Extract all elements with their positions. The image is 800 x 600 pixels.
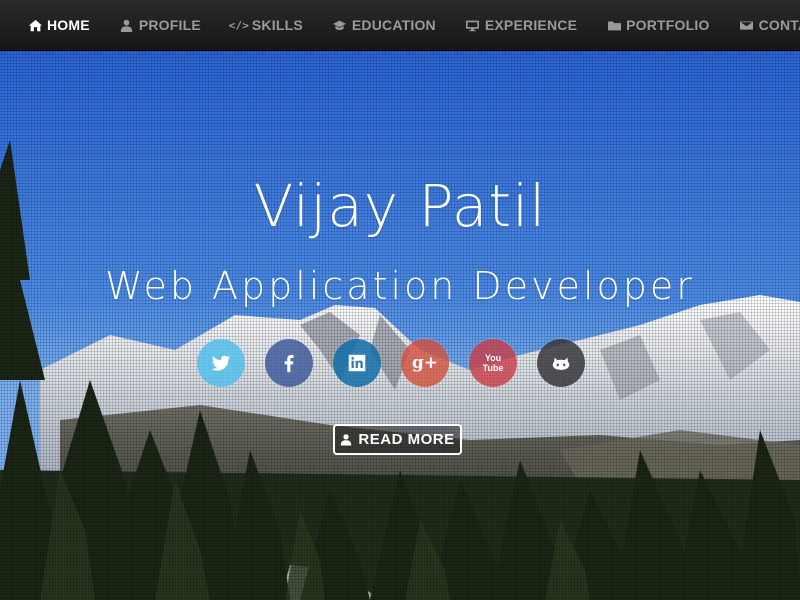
github-icon — [552, 357, 570, 370]
read-more-button[interactable]: READ MORE — [333, 424, 462, 455]
nav-item-label: SKILLS — [251, 17, 303, 33]
linkedin-link[interactable] — [333, 339, 381, 387]
github-link[interactable] — [537, 339, 585, 387]
youtube-link[interactable]: You Tube — [469, 339, 517, 387]
page: HOME PROFILE </> SKILLS EDUCATION EXPERI… — [0, 0, 800, 600]
nav-item-label: PROFILE — [138, 17, 201, 33]
facebook-link[interactable] — [265, 339, 313, 387]
hero-background-image — [0, 50, 800, 600]
graduation-cap-icon — [333, 18, 347, 32]
hero-job-title: Web Application Developer — [105, 264, 695, 308]
user-icon — [341, 434, 352, 446]
google-plus-icon: g+ — [411, 353, 439, 373]
nav-item-label: PORTFOLIO — [626, 17, 710, 33]
twitter-link[interactable] — [197, 339, 245, 387]
nav-item-education[interactable]: EDUCATION — [333, 17, 436, 33]
social-links: g+ You Tube — [197, 339, 585, 387]
nav-item-label: EDUCATION — [351, 17, 436, 33]
top-navbar: HOME PROFILE </> SKILLS EDUCATION EXPERI… — [0, 0, 800, 51]
facebook-icon — [284, 354, 294, 373]
nav-item-profile[interactable]: PROFILE — [120, 17, 201, 33]
youtube-icon: You Tube — [482, 353, 504, 373]
home-icon — [28, 18, 42, 32]
linkedin-icon — [348, 354, 366, 372]
google-plus-link[interactable]: g+ — [401, 339, 449, 387]
nav-item-experience[interactable]: EXPERIENCE — [466, 17, 577, 33]
nav-item-label: CONTACT — [758, 17, 800, 33]
nav-item-portfolio[interactable]: PORTFOLIO — [607, 17, 709, 33]
code-icon: </> — [228, 18, 250, 32]
nav-item-label: HOME — [47, 17, 90, 33]
nav-item-home[interactable]: HOME — [28, 17, 90, 33]
desktop-icon — [466, 18, 480, 32]
envelope-icon — [740, 18, 754, 32]
nav-menu: HOME PROFILE </> SKILLS EDUCATION EXPERI… — [0, 0, 800, 50]
user-icon — [120, 18, 134, 32]
folder-icon — [607, 18, 621, 32]
nav-item-contact[interactable]: CONTACT — [740, 17, 800, 33]
nav-item-skills[interactable]: </> SKILLS — [228, 17, 303, 33]
twitter-icon — [211, 355, 231, 371]
nav-item-label: EXPERIENCE — [484, 17, 578, 33]
hero-name: Vijay Patil — [253, 172, 547, 240]
read-more-label: READ MORE — [358, 431, 455, 448]
